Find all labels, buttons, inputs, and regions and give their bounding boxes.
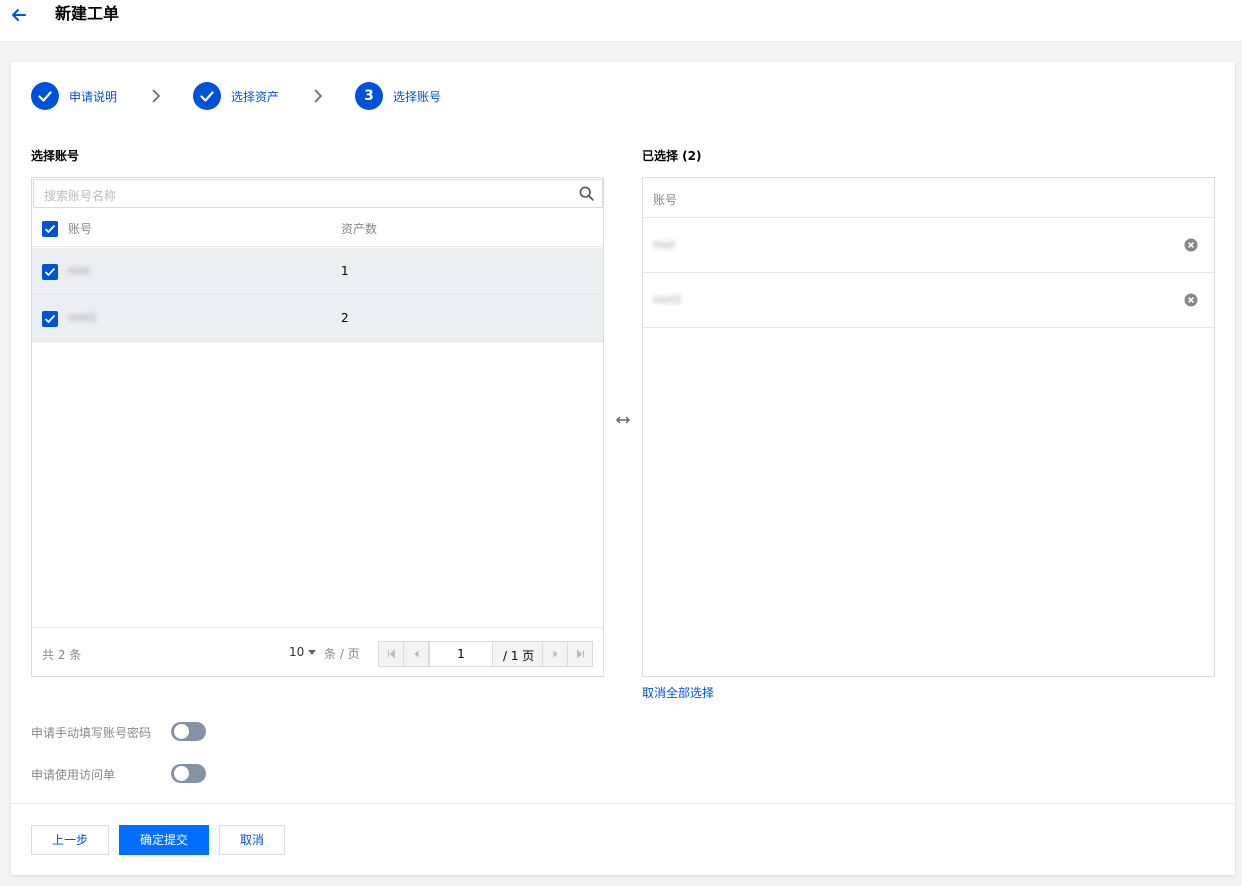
column-header-account: 账号 bbox=[68, 222, 93, 236]
page-size-select[interactable]: 10 bbox=[289, 645, 317, 659]
step-select-assets: 选择资产 bbox=[193, 82, 279, 110]
next-page-icon bbox=[553, 650, 558, 658]
pagination-bar: 共 2 条 10 条 / 页 1 / 1 页 bbox=[32, 627, 603, 676]
first-page-icon bbox=[388, 649, 395, 659]
asset-count: 2 bbox=[341, 311, 349, 325]
step-label: 申请说明 bbox=[69, 89, 118, 104]
remove-icon[interactable] bbox=[1184, 238, 1198, 252]
step-number: 3 bbox=[355, 82, 383, 110]
selected-account-name: root1 bbox=[653, 293, 683, 306]
step-apply-description: 申请说明 bbox=[31, 82, 117, 110]
step-done-icon bbox=[193, 82, 221, 110]
swap-arrows-icon bbox=[616, 416, 630, 424]
search-placeholder: 搜索账号名称 bbox=[44, 189, 117, 203]
selected-panel: 账号 root root1 bbox=[642, 177, 1215, 677]
access-ticket-label: 申请使用访问单 bbox=[31, 768, 116, 782]
account-table-panel: 搜索账号名称 账号 资产数 root 1 root1 2 共 2 条 10 条 … bbox=[31, 177, 604, 677]
table-header: 账号 资产数 bbox=[32, 210, 603, 247]
column-header-assets: 资产数 bbox=[341, 222, 378, 236]
page-title: 新建工单 bbox=[55, 4, 120, 23]
step-done-icon bbox=[31, 82, 59, 110]
total-count: 共 2 条 bbox=[42, 648, 82, 662]
back-arrow-icon[interactable] bbox=[9, 5, 29, 25]
account-name: root bbox=[68, 264, 91, 277]
prev-page-button[interactable] bbox=[404, 642, 429, 666]
form-card: 申请说明 选择资产 3 选择账号 选择账号 搜索账号名称 账号 资产数 root… bbox=[11, 62, 1235, 875]
last-page-icon bbox=[577, 649, 584, 659]
access-ticket-toggle[interactable] bbox=[171, 764, 206, 783]
table-row[interactable]: root 1 bbox=[32, 248, 603, 295]
step-label: 选择账号 bbox=[393, 89, 442, 104]
selected-header: 账号 bbox=[643, 178, 1214, 218]
left-section-title: 选择账号 bbox=[31, 149, 80, 163]
row-checkbox[interactable] bbox=[42, 311, 58, 327]
search-icon[interactable] bbox=[579, 186, 594, 201]
toggle-knob bbox=[174, 766, 189, 781]
pager: 1 / 1 页 bbox=[378, 641, 593, 667]
asset-count: 1 bbox=[341, 264, 349, 278]
prev-step-button[interactable]: 上一步 bbox=[31, 825, 109, 855]
per-page-label: 条 / 页 bbox=[324, 647, 360, 661]
manual-password-label: 申请手动填写账号密码 bbox=[31, 726, 152, 740]
total-pages: / 1 页 bbox=[503, 649, 535, 663]
top-bar: 新建工单 bbox=[0, 0, 1242, 41]
column-header-account: 账号 bbox=[653, 193, 678, 207]
last-page-button[interactable] bbox=[567, 642, 592, 666]
cancel-button[interactable]: 取消 bbox=[219, 825, 285, 855]
first-page-button[interactable] bbox=[379, 642, 404, 666]
selected-account-name: root bbox=[653, 238, 676, 251]
divider bbox=[11, 803, 1235, 804]
page-size-value: 10 bbox=[289, 645, 305, 659]
selected-item: root1 bbox=[643, 273, 1214, 328]
page-number-input[interactable]: 1 bbox=[429, 642, 493, 666]
selected-item: root bbox=[643, 218, 1214, 273]
chevron-right-icon bbox=[152, 89, 161, 103]
step-label: 选择资产 bbox=[231, 89, 280, 104]
account-name: root1 bbox=[68, 311, 98, 324]
submit-button[interactable]: 确定提交 bbox=[119, 825, 209, 855]
right-section-title: 已选择 (2) bbox=[642, 149, 702, 163]
step-select-account: 3 选择账号 bbox=[355, 82, 441, 110]
prev-page-icon bbox=[414, 650, 419, 658]
remove-icon[interactable] bbox=[1184, 293, 1198, 307]
caret-down-icon bbox=[308, 650, 317, 655]
chevron-right-icon bbox=[314, 89, 323, 103]
clear-all-link[interactable]: 取消全部选择 bbox=[642, 684, 714, 701]
table-row[interactable]: root1 2 bbox=[32, 295, 603, 342]
toggle-knob bbox=[174, 724, 189, 739]
row-checkbox[interactable] bbox=[42, 264, 58, 280]
search-input[interactable]: 搜索账号名称 bbox=[33, 179, 603, 208]
manual-password-toggle[interactable] bbox=[171, 722, 206, 741]
next-page-button[interactable] bbox=[542, 642, 567, 666]
select-all-checkbox[interactable] bbox=[42, 221, 58, 237]
